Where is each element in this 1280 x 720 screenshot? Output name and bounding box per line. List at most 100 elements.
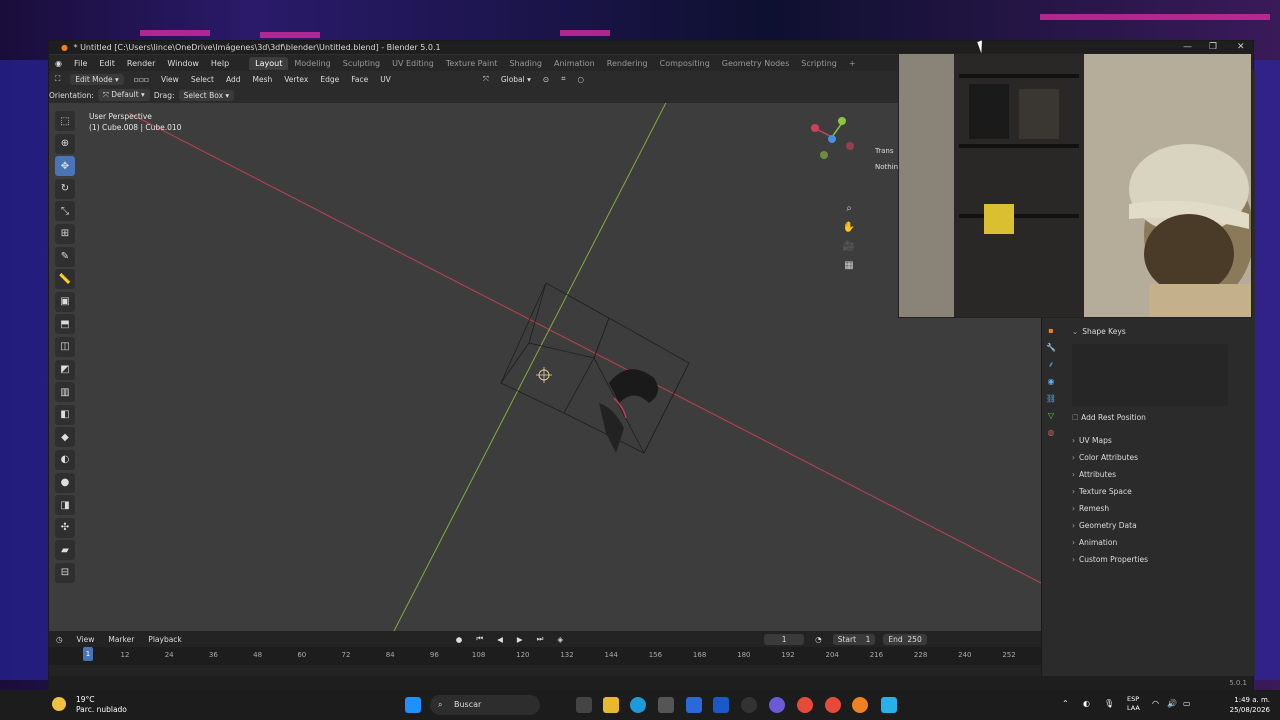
workspace-tab-animation[interactable]: Animation [548, 57, 601, 70]
menu-edit[interactable]: Edit [93, 59, 121, 68]
geometry-data-panel[interactable]: Geometry Data [1062, 517, 1252, 534]
jump-end-icon[interactable]: ⏭ [530, 634, 551, 644]
grid-view-icon[interactable]: ▦ [841, 258, 857, 274]
rip-tool-icon[interactable]: ⊟ [55, 562, 75, 583]
end-frame-field[interactable]: End 250 [883, 633, 927, 645]
mode-dropdown[interactable]: Edit Mode ▾ [70, 73, 124, 85]
scale-tool-icon[interactable]: ⤡ [55, 201, 75, 222]
workspace-tab-layout[interactable]: Layout [249, 56, 289, 70]
frame-ruler[interactable]: 1 12 24 36 48 60 72 84 96 108 120 132 144 156 168 180 19… [49, 647, 1041, 665]
orientation-dropdown[interactable]: ⤧ Default ▾ [97, 89, 150, 101]
workspace-tab-sculpting[interactable]: Sculpting [337, 57, 386, 70]
timeline-menu-view[interactable]: View [70, 635, 102, 644]
workspace-tab-rendering[interactable]: Rendering [601, 57, 654, 70]
object-props-tab-icon[interactable]: ▪ [1044, 324, 1058, 338]
shape-keys-panel[interactable]: Shape Keys [1062, 323, 1252, 340]
microphone-icon[interactable]: 🎙 [1104, 699, 1114, 708]
add-rest-position-checkbox[interactable]: Add Rest Position [1062, 410, 1252, 426]
blender-taskbar-icon[interactable] [852, 697, 868, 713]
transform-tool-icon[interactable]: ⊞ [55, 223, 75, 244]
file-explorer-icon[interactable] [603, 697, 619, 713]
workspace-tab-modeling[interactable]: Modeling [288, 57, 336, 70]
menu-view[interactable]: View [155, 75, 185, 84]
camera-icon[interactable]: 🎥 [841, 239, 857, 255]
navigation-gizmo[interactable] [804, 109, 864, 169]
weather-widget[interactable]: 19°C Parc. nublado [52, 695, 127, 715]
spin-tool-icon[interactable]: ◐ [55, 449, 75, 470]
menu-add[interactable]: Add [220, 75, 247, 84]
record-icon[interactable]: ● [449, 635, 470, 644]
add-workspace-button[interactable]: + [843, 57, 862, 70]
gizmo-y-axis-icon[interactable] [838, 117, 846, 125]
task-view-icon[interactable] [576, 697, 592, 713]
material-props-tab-icon[interactable]: ◍ [1044, 426, 1058, 440]
uv-maps-panel[interactable]: UV Maps [1062, 432, 1252, 449]
timeline-editor-type-icon[interactable]: ◷ [49, 635, 70, 644]
menu-window[interactable]: Window [161, 59, 205, 68]
pan-hand-icon[interactable]: ✋ [841, 220, 857, 236]
playhead[interactable]: 1 [83, 647, 93, 661]
play-icon[interactable]: ▶ [510, 635, 530, 644]
proportional-edit-icon[interactable]: ○ [571, 75, 590, 84]
timeline-menu-playback[interactable]: Playback [141, 635, 188, 644]
store-icon[interactable] [658, 697, 674, 713]
workspace-tab-geometry-nodes[interactable]: Geometry Nodes [716, 57, 795, 70]
blender-menu-icon[interactable]: ◉ [49, 59, 68, 68]
menu-help[interactable]: Help [205, 59, 235, 68]
menu-uv[interactable]: UV [374, 75, 397, 84]
select-box-tool-icon[interactable]: ⬚ [55, 111, 75, 131]
start-frame-field[interactable]: Start 1 [832, 633, 876, 645]
animation-panel[interactable]: Animation [1062, 534, 1252, 551]
constraints-props-tab-icon[interactable]: ⛓ [1044, 392, 1058, 406]
move-tool-icon[interactable]: ✥ [55, 156, 75, 177]
timeline-menu-marker[interactable]: Marker [101, 635, 141, 644]
modifier-props-tab-icon[interactable]: 🔧 [1044, 341, 1058, 355]
custom-properties-panel[interactable]: Custom Properties [1062, 551, 1252, 568]
keying-icon[interactable]: ◈ [550, 635, 570, 644]
battery-icon[interactable]: ▭ [1183, 699, 1191, 708]
shrink-fatten-tool-icon[interactable]: ✣ [55, 517, 75, 538]
cursor-tool-icon[interactable]: ⊕ [55, 133, 75, 154]
select-mode-icons[interactable]: ▫▫▫ [128, 75, 155, 84]
drag-dropdown[interactable]: Select Box ▾ [178, 89, 235, 101]
remesh-panel[interactable]: Remesh [1062, 500, 1252, 517]
workspace-tab-shading[interactable]: Shading [503, 57, 548, 70]
windows-start-icon[interactable] [405, 697, 421, 713]
menu-face[interactable]: Face [345, 75, 374, 84]
edge-browser-icon[interactable] [630, 697, 646, 713]
menu-mesh[interactable]: Mesh [246, 75, 278, 84]
volume-icon[interactable]: 🔊 [1167, 699, 1177, 708]
workspace-tab-compositing[interactable]: Compositing [654, 57, 716, 70]
vscode-icon[interactable] [686, 697, 702, 713]
rotate-tool-icon[interactable]: ↻ [55, 178, 75, 199]
snap-icon[interactable]: ⌗ [555, 74, 571, 84]
measure-tool-icon[interactable]: 📏 [55, 269, 75, 290]
menu-select[interactable]: Select [185, 75, 220, 84]
particles-props-tab-icon[interactable]: ⸙ [1044, 358, 1058, 372]
workspace-tab-scripting[interactable]: Scripting [795, 57, 843, 70]
outlook-icon[interactable] [713, 697, 729, 713]
editor-type-icon[interactable]: ⛶ [49, 74, 66, 84]
orientation-icon[interactable]: ⤧ [477, 74, 495, 84]
extrude-tool-icon[interactable]: ⬒ [55, 314, 75, 335]
tray-overflow-icon[interactable]: ⌃ [1062, 699, 1069, 708]
discord-icon[interactable] [769, 697, 785, 713]
physics-props-tab-icon[interactable]: ◉ [1044, 375, 1058, 389]
attributes-panel[interactable]: Attributes [1062, 466, 1252, 483]
inset-tool-icon[interactable]: ◫ [55, 336, 75, 357]
menu-file[interactable]: File [68, 59, 93, 68]
current-frame-field[interactable]: 1 [764, 633, 805, 645]
data-props-tab-icon[interactable]: ▽ [1044, 409, 1058, 423]
smooth-tool-icon[interactable]: ● [55, 472, 75, 493]
bevel-tool-icon[interactable]: ◩ [55, 359, 75, 380]
add-cube-tool-icon[interactable]: ▣ [55, 291, 75, 312]
gizmo-x-axis-icon[interactable] [811, 124, 819, 132]
menu-render[interactable]: Render [121, 59, 161, 68]
play-reverse-icon[interactable]: ◀ [490, 635, 510, 644]
search-box[interactable]: ⌕ Buscar [430, 695, 540, 715]
edge-slide-tool-icon[interactable]: ◨ [55, 495, 75, 516]
zoom-icon[interactable]: ⌕ [841, 201, 857, 217]
chatgpt-icon[interactable] [741, 697, 757, 713]
clock-icon[interactable]: ◔ [808, 635, 829, 644]
knife-tool-icon[interactable]: ◧ [55, 404, 75, 425]
